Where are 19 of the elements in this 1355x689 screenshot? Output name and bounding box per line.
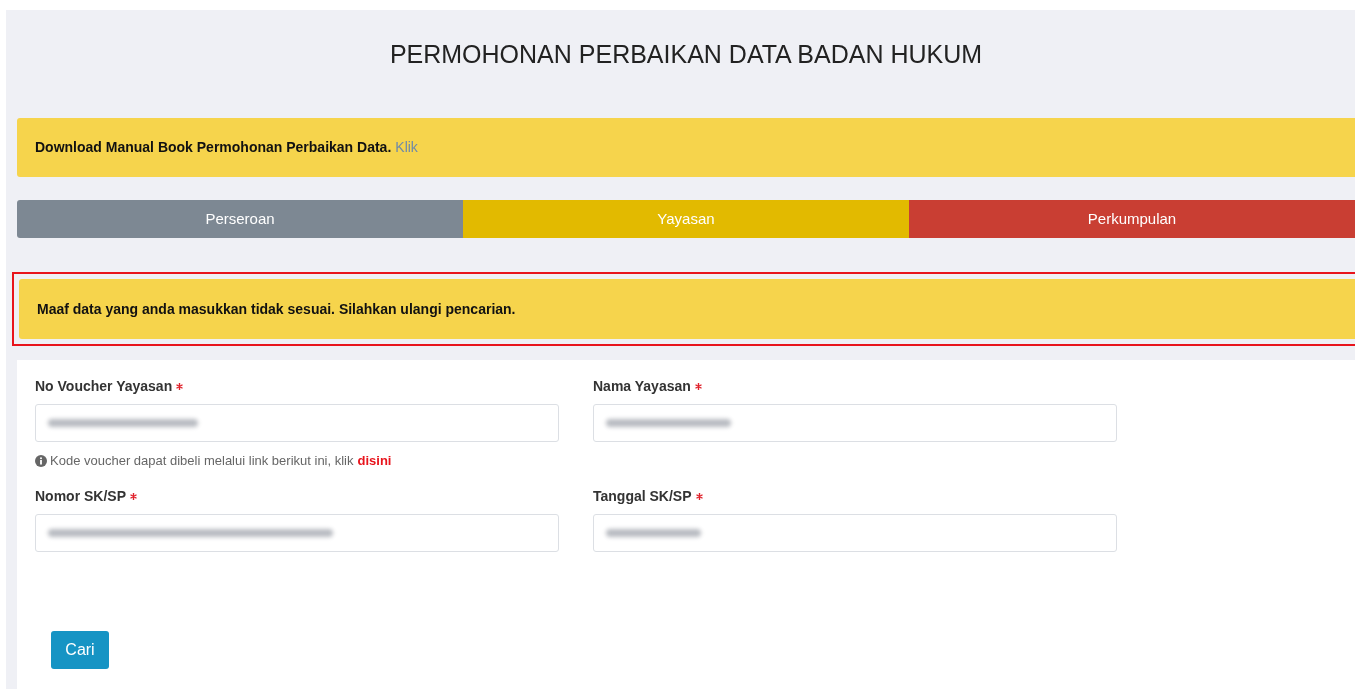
category-tab[interactable]: Perkumpulan bbox=[909, 200, 1355, 238]
error-message: Maaf data yang anda masukkan tidak sesuai. Silahkan ulangi pencarian. bbox=[37, 299, 516, 319]
input-field[interactable] bbox=[593, 404, 1117, 442]
category-tab[interactable]: Yayasan bbox=[463, 200, 909, 238]
search-button[interactable]: Cari bbox=[51, 631, 109, 669]
page-title: PERMOHONAN PERBAIKAN DATA BADAN HUKUM bbox=[389, 39, 983, 70]
input-field[interactable] bbox=[593, 514, 1117, 552]
input-field[interactable] bbox=[35, 514, 559, 552]
manual-link[interactable]: Klik bbox=[395, 137, 418, 158]
field-label: Nomor SK/SP bbox=[35, 486, 126, 506]
voucher-link[interactable]: disini bbox=[357, 451, 392, 471]
notice-text: Download Manual Book Permohonan Perbaikan Data. bbox=[35, 138, 392, 157]
info-icon bbox=[35, 454, 47, 467]
field-label: No Voucher Yayasan bbox=[35, 376, 173, 396]
field-label: Tanggal SK/SP bbox=[593, 486, 692, 506]
hint-text: Kode voucher dapat dibeli melalui link berikut ini, klik bbox=[50, 452, 354, 470]
field-label: Nama Yayasan bbox=[593, 376, 691, 396]
input-field[interactable] bbox=[35, 404, 559, 442]
category-tab[interactable]: Perseroan bbox=[17, 200, 463, 238]
